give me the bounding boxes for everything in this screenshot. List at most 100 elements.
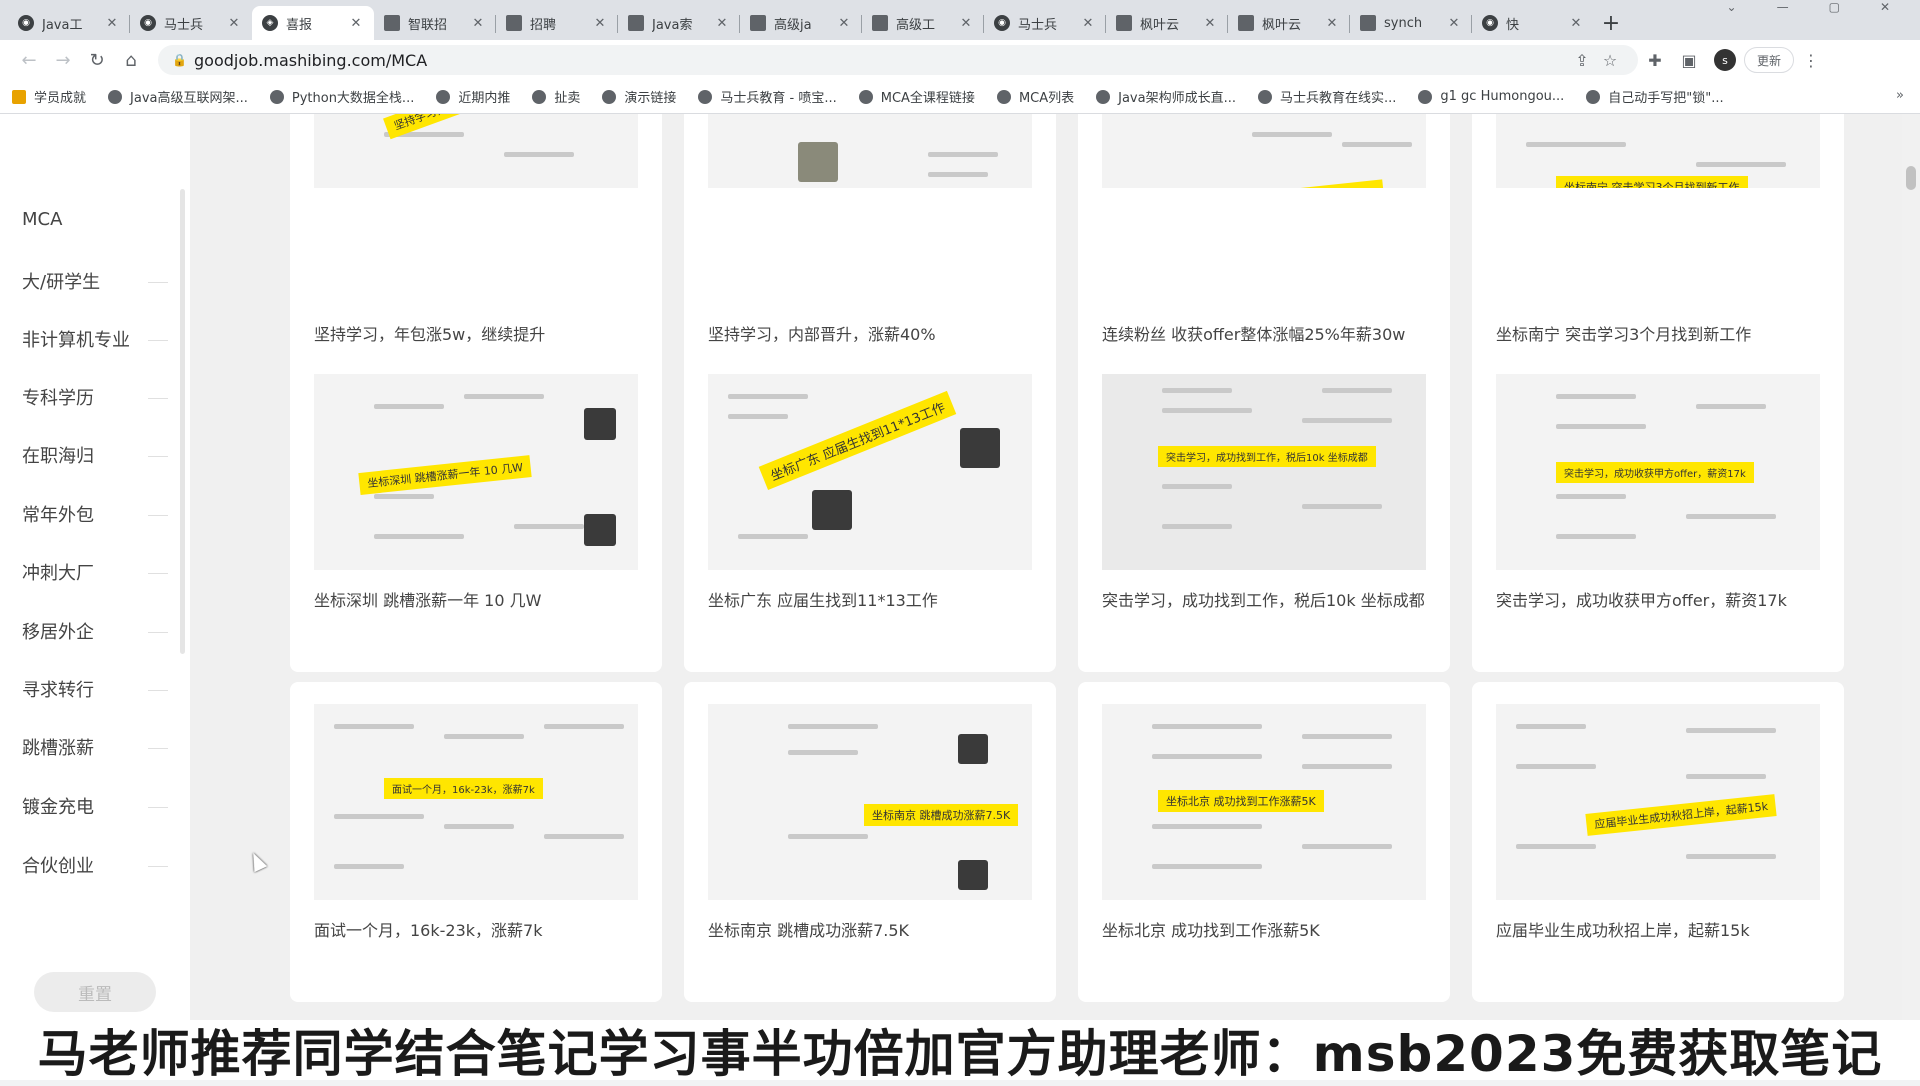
sidebar-item-mca[interactable]: MCA [22, 209, 62, 230]
new-tab-button[interactable]: + [1594, 6, 1628, 40]
home-icon[interactable]: ⌂ [114, 45, 148, 75]
tab-10[interactable]: 枫叶云 ✕ [1228, 6, 1350, 40]
sidebar-item-junior-college[interactable]: 专科学历 [22, 384, 94, 410]
close-icon[interactable]: ✕ [470, 16, 486, 31]
back-arrow-icon[interactable]: ← [12, 45, 46, 75]
tab-5[interactable]: Java索 ✕ [618, 6, 740, 40]
sidebar-item-raise[interactable]: 跳槽涨薪 [22, 734, 94, 760]
close-icon[interactable]: ✕ [1202, 16, 1218, 31]
bookmark-item[interactable]: 马士兵教育在线实... [1257, 87, 1396, 106]
close-icon[interactable]: ✕ [714, 16, 730, 31]
reset-button[interactable]: 重置 [34, 972, 156, 1012]
bookmark-label: Java高级互联网架... [130, 91, 248, 106]
sidebar-item-career-change[interactable]: 寻求转行 [22, 676, 94, 702]
window-controls: ⌄ — ▢ ✕ [1727, 0, 1920, 20]
close-icon[interactable]: ✕ [836, 16, 852, 31]
sidebar-item-returnee[interactable]: 在职海归 [22, 442, 94, 468]
story-card[interactable]: 突击学习，成功收获甲方offer，薪资17k 突击学习，成功收获甲方offer，… [1472, 352, 1844, 672]
lock-icon[interactable]: 🔒 [172, 53, 187, 67]
bookmark-item[interactable]: Java架构师成长直... [1096, 87, 1236, 106]
minimize-icon[interactable]: — [1777, 0, 1789, 20]
bookmark-item[interactable]: g1 gc Humongou... [1418, 89, 1564, 104]
bookmark-item[interactable]: 自己动手写把"锁"... [1586, 87, 1724, 106]
page-scrollbar[interactable] [1902, 114, 1920, 1020]
tab-7[interactable]: 高级工 ✕ [862, 6, 984, 40]
menu-kebab-icon[interactable]: ⋮ [1794, 51, 1828, 70]
side-panel-icon[interactable]: ▣ [1672, 51, 1706, 70]
tab-1[interactable]: ◉ 马士兵 ✕ [130, 6, 252, 40]
sidebar-item-upskill[interactable]: 镀金充电 [22, 793, 94, 819]
tab-8[interactable]: ◉ 马士兵 ✕ [984, 6, 1106, 40]
avatar[interactable]: s [1714, 49, 1736, 71]
extensions-icon[interactable]: ✚ [1638, 51, 1672, 70]
tab-6[interactable]: 高级ja ✕ [740, 6, 862, 40]
bookmark-site-icon [602, 89, 617, 104]
maximize-icon[interactable]: ▢ [1829, 0, 1840, 20]
tab-search-icon[interactable]: ⌄ [1727, 0, 1737, 20]
story-thumbnail: 坚持学习，年… [314, 114, 638, 188]
bookmark-item[interactable]: MCA列表 [996, 87, 1074, 106]
document-icon [1360, 15, 1376, 31]
story-card[interactable]: 面试一个月，16k-23k，涨薪7k 面试一个月，16k-23k，涨薪7k [290, 682, 662, 1002]
close-icon[interactable]: ✕ [104, 16, 120, 31]
tab-2[interactable]: ◈ 喜报 ✕ [252, 6, 374, 40]
bookmark-star-icon[interactable]: ☆ [1596, 51, 1624, 70]
forward-arrow-icon[interactable]: → [46, 45, 80, 75]
bookmark-item[interactable]: 马士兵教育 - 喷宝... [698, 87, 837, 106]
sidebar-item-foreign[interactable]: 移居外企 [22, 618, 94, 644]
sidebar-item-non-cs[interactable]: 非计算机专业 [22, 326, 130, 352]
story-thumbnail [708, 114, 1032, 188]
tab-title: 枫叶云 [1140, 17, 1180, 33]
tab-title: Java索 [652, 17, 693, 33]
tab-9[interactable]: 枫叶云 ✕ [1106, 6, 1228, 40]
story-card[interactable]: 坐标深圳 跳槽涨薪一年 10 几W 坐标深圳 跳槽涨薪一年 10 几W [290, 352, 662, 672]
tab-4[interactable]: 招聘 ✕ [496, 6, 618, 40]
sidebar-item-outsourcing[interactable]: 常年外包 [22, 501, 94, 527]
scrollbar-thumb[interactable] [1906, 166, 1916, 190]
divider [148, 866, 168, 867]
story-card[interactable]: 坐标南京 跳槽成功涨薪7.5K 坐标南京 跳槽成功涨薪7.5K [684, 682, 1056, 1002]
bookmark-site-icon [269, 89, 284, 104]
close-icon[interactable]: ✕ [592, 16, 608, 31]
story-card[interactable]: 坐标北京 成功找到工作涨薪5K 坐标北京 成功找到工作涨薪5K [1078, 682, 1450, 1002]
bookmark-item[interactable]: 演示链接 [602, 87, 676, 106]
story-card[interactable]: 突击学习，成功找到工作，税后10k 坐标成都 突击学习，成功找到工作，税后10k… [1078, 352, 1450, 672]
divider [148, 398, 168, 399]
sidebar-item-startup[interactable]: 合伙创业 [22, 852, 94, 878]
address-bar[interactable]: 🔒 goodjob.mashibing.com/MCA ⇪ ☆ [158, 45, 1638, 75]
tab-3[interactable]: 智联招 ✕ [374, 6, 496, 40]
share-icon[interactable]: ⇪ [1568, 51, 1596, 70]
bookmark-item[interactable]: 学员成就 [12, 87, 86, 106]
story-highlight: 坐标北京 成功找到工作涨薪5K [1158, 790, 1324, 812]
bookmark-site-icon [1586, 89, 1601, 104]
bookmark-site-icon [996, 89, 1011, 104]
tab-0[interactable]: ◉ Java工 ✕ [8, 6, 130, 40]
close-icon[interactable]: ✕ [226, 16, 242, 31]
bookmark-item[interactable]: Java高级互联网架... [108, 87, 248, 106]
story-caption: 连续粉丝 收获offer整体涨幅25%年薪30w [1102, 325, 1406, 344]
close-window-icon[interactable]: ✕ [1880, 0, 1890, 20]
story-card[interactable]: 应届毕业生成功秋招上岸，起薪15k 应届毕业生成功秋招上岸，起薪15k [1472, 682, 1844, 1002]
document-icon [628, 15, 644, 31]
close-icon[interactable]: ✕ [1568, 16, 1584, 31]
update-button[interactable]: 更新 [1744, 47, 1795, 73]
close-icon[interactable]: ✕ [1324, 16, 1340, 31]
close-icon[interactable]: ✕ [348, 16, 364, 31]
url-text[interactable]: goodjob.mashibing.com/MCA [194, 51, 1568, 70]
close-icon[interactable]: ✕ [958, 16, 974, 31]
document-icon [384, 15, 400, 31]
close-icon[interactable]: ✕ [1446, 16, 1462, 31]
close-icon[interactable]: ✕ [1080, 16, 1096, 31]
sidebar-item-students[interactable]: 大/研学生 [22, 268, 100, 294]
sidebar-item-big-tech[interactable]: 冲刺大厂 [22, 559, 94, 585]
tab-11[interactable]: synch ✕ [1350, 6, 1472, 40]
sidebar-scrollbar[interactable] [180, 189, 185, 654]
story-card[interactable]: 坐标广东 应届生找到11*13工作 坐标广东 应届生找到11*13工作 [684, 352, 1056, 672]
bookmarks-overflow-icon[interactable]: » [1896, 88, 1904, 103]
tab-12[interactable]: ◉ 快 ✕ [1472, 6, 1594, 40]
bookmark-item[interactable]: 扯卖 [532, 87, 580, 106]
bookmark-item[interactable]: Python大数据全栈... [269, 87, 414, 106]
reload-icon[interactable]: ↻ [80, 45, 114, 75]
bookmark-item[interactable]: MCA全课程链接 [858, 87, 975, 106]
bookmark-item[interactable]: 近期内推 [436, 87, 510, 106]
